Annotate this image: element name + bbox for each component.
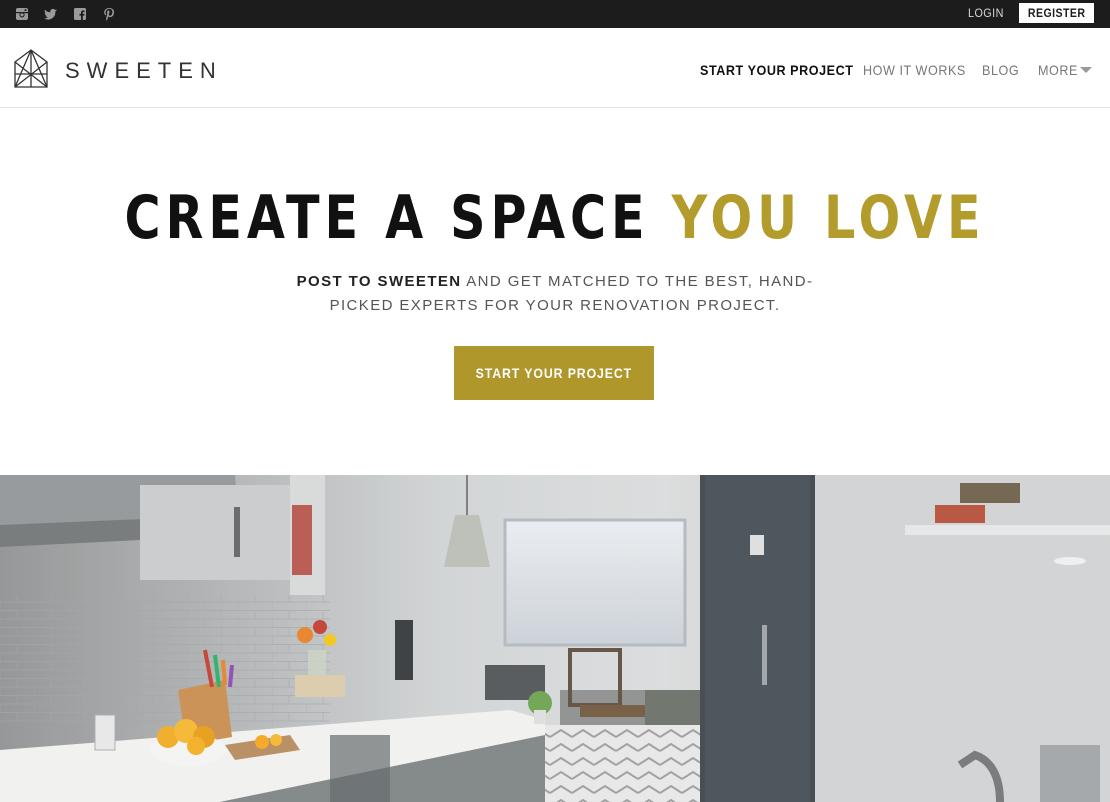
nav-how-it-works[interactable]: HOW IT WORKS: [863, 62, 966, 78]
kitchen-photo: [0, 475, 1110, 802]
main-nav: START YOUR PROJECT HOW IT WORKS BLOG MOR…: [0, 62, 1110, 82]
hero-title-accent: YOU LOVE: [671, 183, 986, 253]
chevron-down-icon[interactable]: [1080, 67, 1092, 73]
nav-more[interactable]: MORE: [1038, 62, 1078, 78]
nav-blog[interactable]: BLOG: [982, 62, 1019, 78]
hero-subtitle-line1: AND GET MATCHED TO THE BEST, HAND-: [466, 273, 814, 290]
hero-title-main: CREATE A SPACE: [124, 183, 650, 253]
instagram-icon[interactable]: [14, 6, 30, 22]
hero-subtitle-bold: POST TO SWEETEN: [296, 273, 462, 290]
nav-start-your-project[interactable]: START YOUR PROJECT: [700, 62, 853, 78]
kitchen-photo-illustration: [0, 475, 1110, 802]
register-button[interactable]: REGISTER: [1019, 3, 1094, 23]
register-label: REGISTER: [1027, 6, 1086, 20]
top-bar: LOGIN REGISTER: [0, 0, 1110, 28]
site-header: SWEETEN START YOUR PROJECT HOW IT WORKS …: [0, 28, 1110, 108]
hero-subtitle: POST TO SWEETEN AND GET MATCHED TO THE B…: [0, 270, 1110, 318]
login-link[interactable]: LOGIN: [968, 6, 1004, 20]
facebook-icon[interactable]: [72, 6, 88, 22]
start-project-label: START YOUR PROJECT: [475, 365, 633, 381]
social-links: [14, 6, 117, 22]
pinterest-icon[interactable]: [101, 6, 117, 22]
start-project-button[interactable]: START YOUR PROJECT: [454, 346, 654, 400]
hero-subtitle-line2: PICKED EXPERTS FOR YOUR RENOVATION PROJE…: [329, 297, 781, 314]
hero-title: CREATE A SPACE YOU LOVE: [0, 183, 1110, 253]
twitter-icon[interactable]: [43, 6, 59, 22]
